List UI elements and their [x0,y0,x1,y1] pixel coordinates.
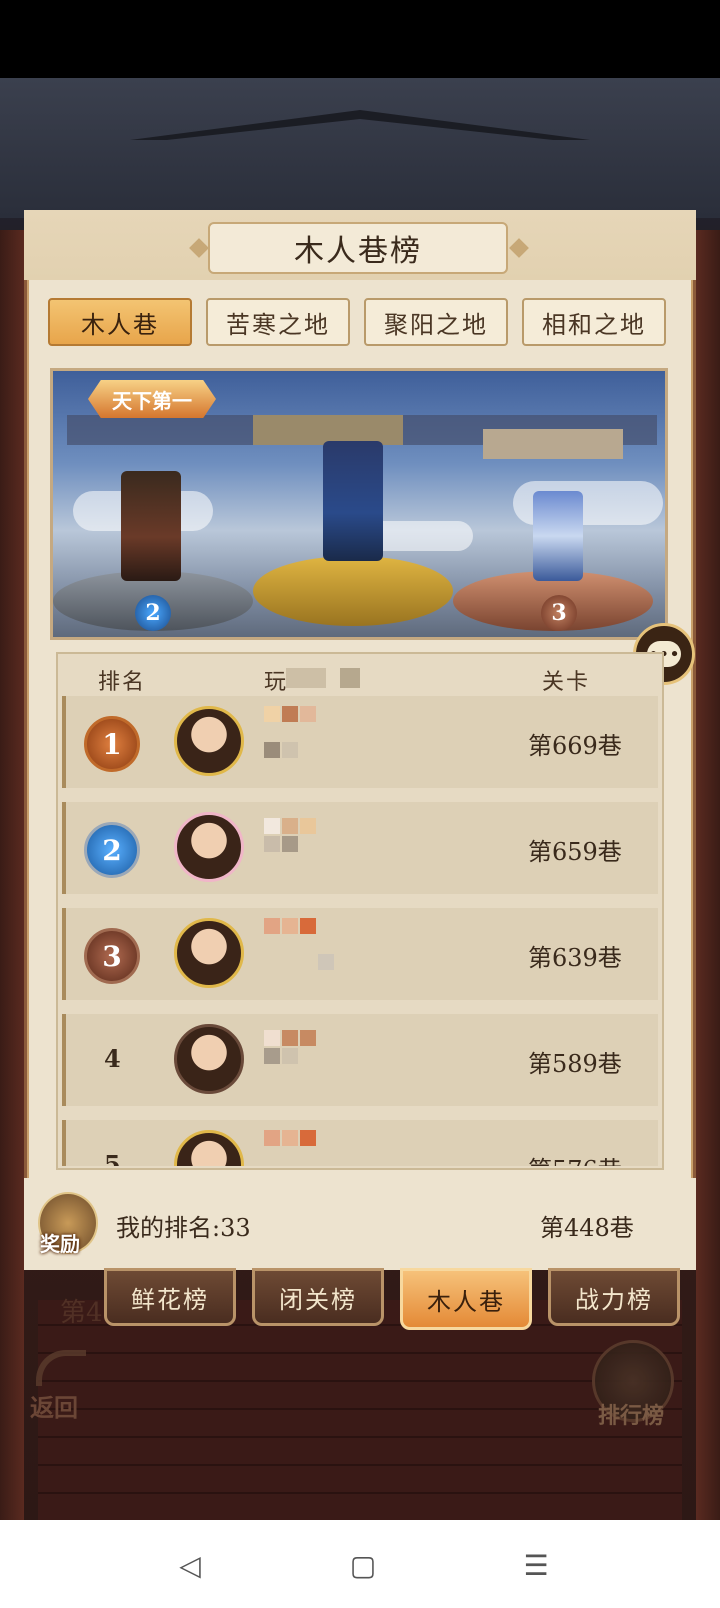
background-text: 第4 [60,1298,103,1328]
rank-medal-gold: 1 [84,716,140,772]
ranking-label[interactable]: 排行榜 [598,1398,664,1430]
column-header-player: 玩 [264,670,289,695]
avatar [174,1130,244,1166]
avatar [174,918,244,988]
page-title: 木人巷榜 [208,222,508,274]
nav-menu-icon[interactable]: ☰ [516,1548,556,1582]
stage-value: 第576巷 [528,1150,622,1166]
table-row[interactable]: 4 第589巷 [62,1014,658,1106]
pixelated-header [340,668,360,688]
table-row[interactable]: 3 第639巷 [62,908,658,1000]
tab-juyang[interactable]: 聚阳之地 [364,298,508,346]
pixelated-player-name [264,1130,334,1146]
status-bar [0,0,720,78]
avatar [174,706,244,776]
hero-first [323,441,383,561]
pixelated-player-name [264,918,334,970]
back-label[interactable]: 返回 [30,1388,78,1423]
rank-medal-silver: 2 [84,822,140,878]
champion-title-badge: 天下第一 [88,380,216,418]
column-header-stage: 关卡 [542,670,591,695]
avatar [174,812,244,882]
table-row[interactable]: 1 第669巷 [62,696,658,788]
tab-flower-rank[interactable]: 鲜花榜 [104,1268,236,1326]
my-rank-stage: 第448巷 [540,1214,634,1242]
pillar-right [696,230,720,1520]
hero-second [121,471,181,581]
pixelated-player-name [264,1030,334,1064]
stage-value: 第669巷 [528,732,622,760]
tab-murenxiang-rank[interactable]: 木人巷 [400,1268,532,1330]
pixelated-header [286,668,326,688]
rank-number: 4 [104,1044,121,1073]
nav-home-icon[interactable]: ▢ [343,1548,383,1582]
avatar [174,1024,244,1094]
table-row[interactable]: 2 第659巷 [62,802,658,894]
stage-value: 第589巷 [528,1050,622,1078]
tab-seclusion-rank[interactable]: 闭关榜 [252,1268,384,1326]
table-row-clip: 5 第576巷 [62,1120,658,1166]
rank-badge-third: 3 [541,595,577,631]
hero-third [533,491,583,581]
column-header-rank: 排名 [98,670,147,695]
temple-roof [0,78,720,218]
my-rank-text: 我的排名:33 [116,1214,251,1242]
tab-xianghe[interactable]: 相和之地 [522,298,666,346]
stage-value: 第639巷 [528,944,622,972]
tab-kuhan[interactable]: 苦寒之地 [206,298,350,346]
rank-number: 5 [104,1150,121,1166]
pedestal-first [253,556,453,626]
pixelated-name [483,429,623,459]
stage-value: 第659巷 [528,838,622,866]
pillar-left [0,230,24,1520]
nav-back-icon[interactable]: ◁ [170,1548,210,1582]
rank-badge-second: 2 [135,595,171,631]
tab-murenxiang[interactable]: 木人巷 [48,298,192,346]
tab-power-rank[interactable]: 战力榜 [548,1268,680,1326]
brick-wall [38,1300,682,1520]
pixelated-player-name [264,818,334,852]
rank-medal-bronze: 3 [84,928,140,984]
table-row[interactable]: 5 第576巷 [62,1120,658,1166]
pixelated-player-name [264,706,334,758]
reward-label[interactable]: 奖励 [40,1228,80,1257]
